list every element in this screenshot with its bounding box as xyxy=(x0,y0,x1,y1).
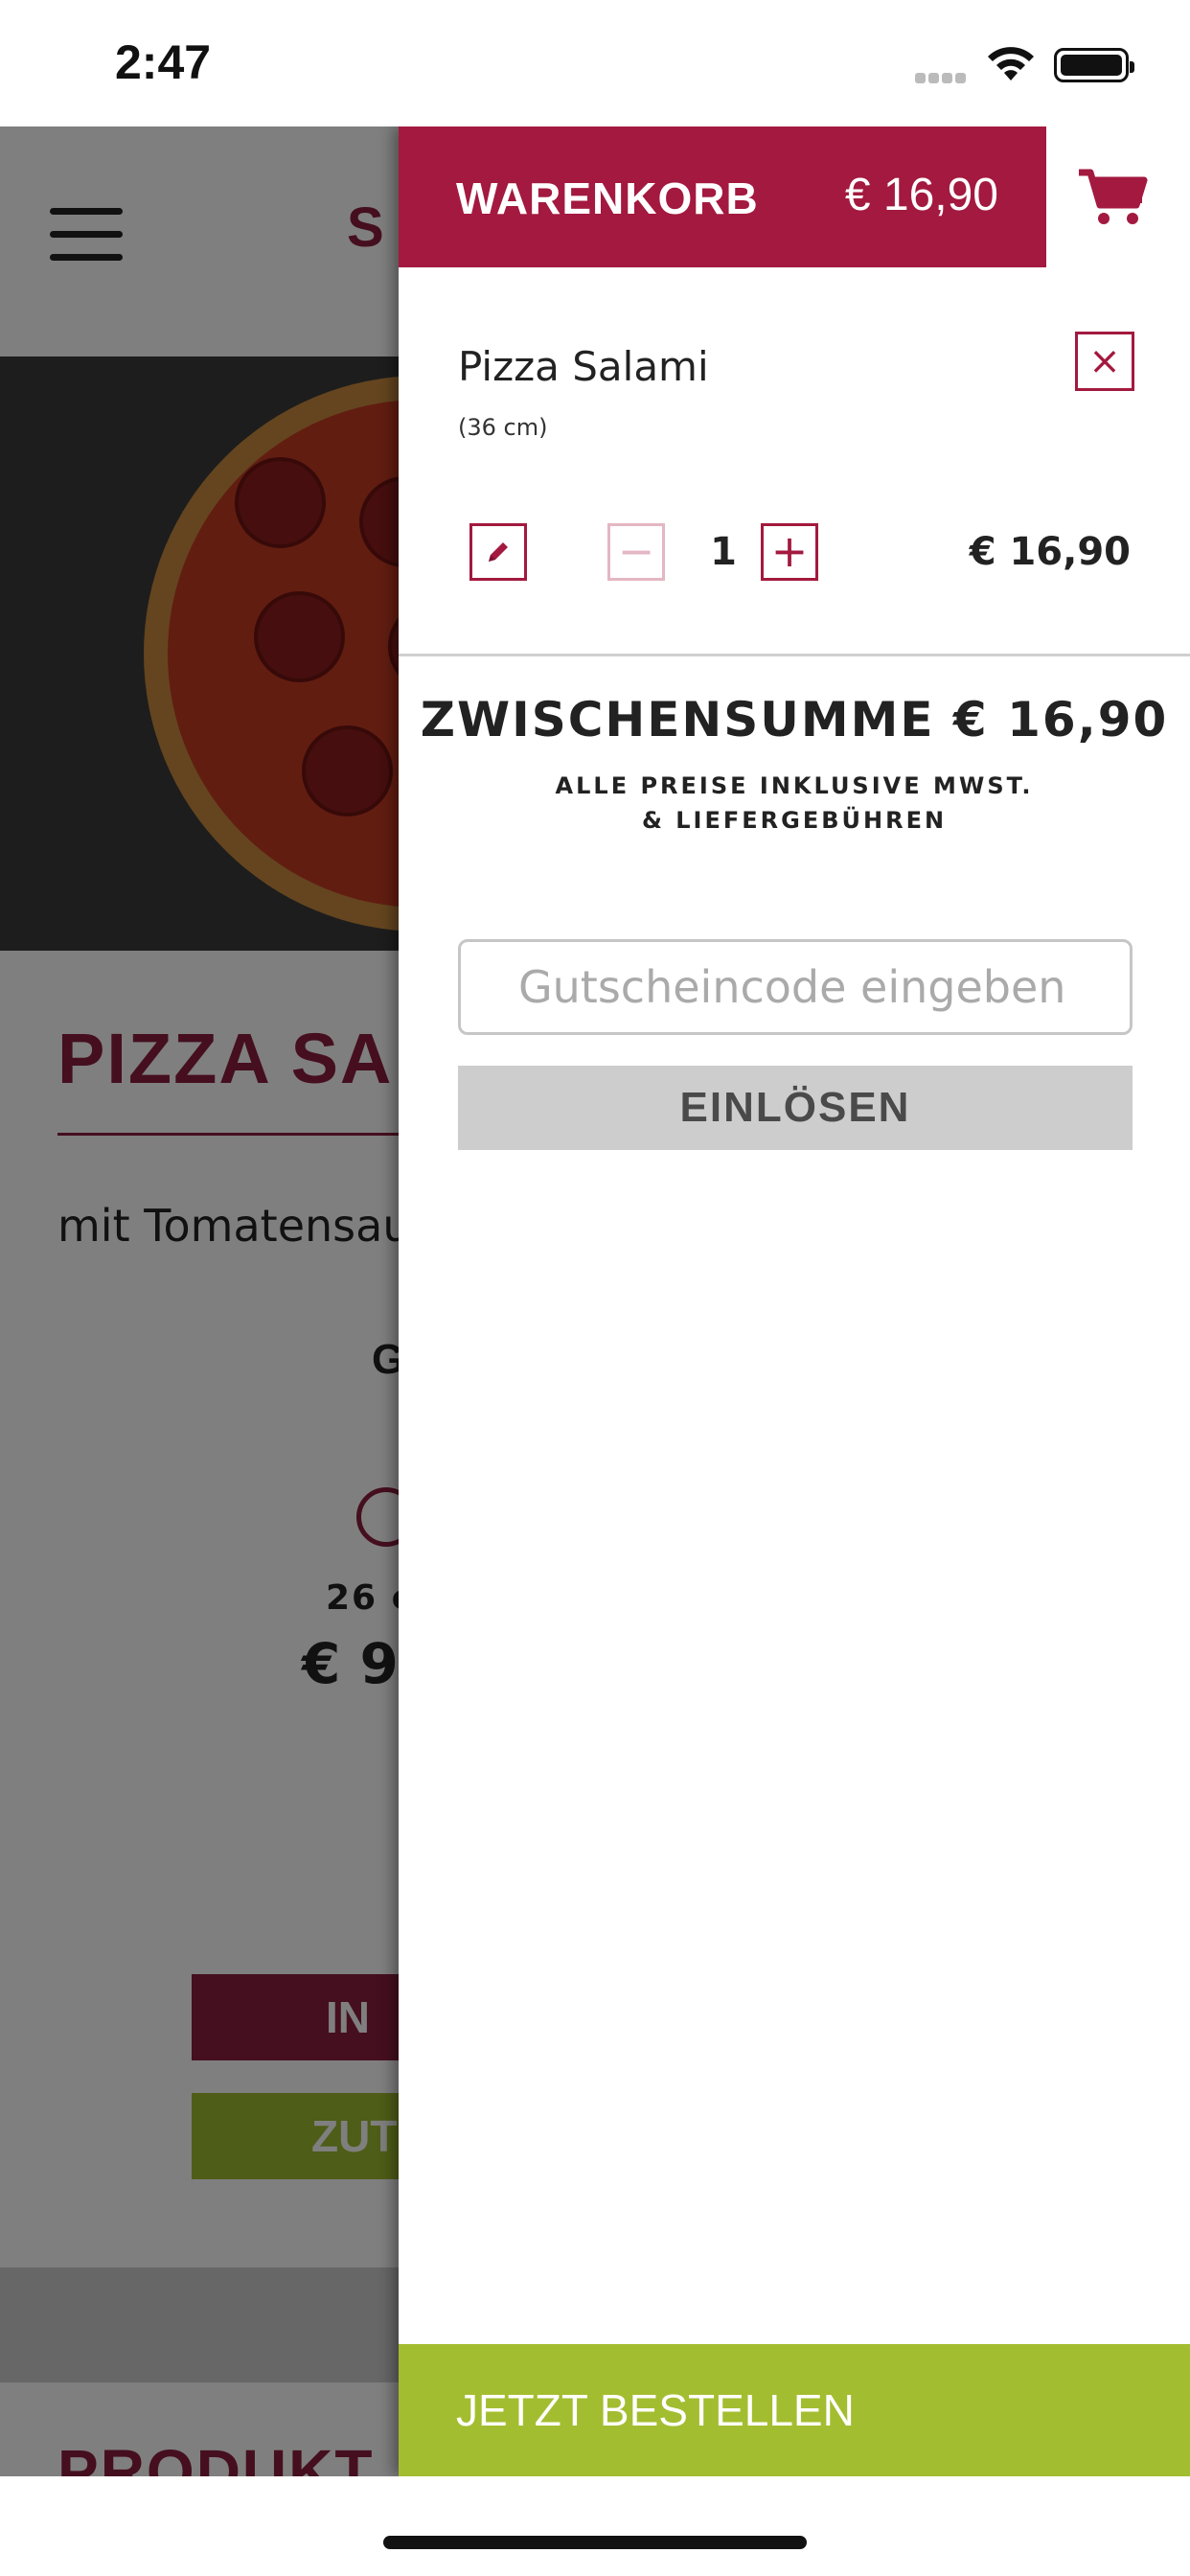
remove-item-button[interactable]: × xyxy=(1075,332,1134,391)
increase-quantity-button[interactable]: + xyxy=(761,523,818,581)
status-bar: 2:47 xyxy=(0,0,1190,126)
redeem-voucher-button[interactable]: EINLÖSEN xyxy=(458,1066,1133,1150)
home-indicator-area xyxy=(0,2476,1190,2576)
shopping-cart-icon[interactable] xyxy=(1077,167,1148,228)
wifi-icon xyxy=(988,47,1034,80)
cart-divider xyxy=(399,654,1190,656)
decrease-quantity-button[interactable]: − xyxy=(607,523,665,581)
home-indicator[interactable] xyxy=(383,2536,807,2549)
cart-title: WARENKORB xyxy=(456,173,759,223)
cart-item-size: (36 cm) xyxy=(458,414,548,441)
voucher-code-input[interactable] xyxy=(458,939,1133,1035)
vat-note: ALLE PREISE INKLUSIVE MWST. & LIEFERGEBÜ… xyxy=(555,772,1034,834)
subtotal: ZWISCHENSUMME € 16,90 xyxy=(420,692,1169,748)
pencil-icon xyxy=(489,542,508,562)
cart-header: WARENKORB € 16,90 xyxy=(399,126,1046,267)
cart-item-price: € 16,90 xyxy=(969,530,1131,574)
item-quantity: 1 xyxy=(710,530,737,574)
cellular-signal-icon xyxy=(915,69,971,83)
edit-item-button[interactable] xyxy=(469,523,527,581)
battery-icon xyxy=(1054,48,1134,82)
cart-total: € 16,90 xyxy=(844,170,998,220)
cart-item-name: Pizza Salami xyxy=(458,343,709,390)
status-time: 2:47 xyxy=(115,35,212,89)
order-now-button[interactable]: JETZT BESTELLEN xyxy=(399,2344,1190,2476)
cart-drawer: WARENKORB € 16,90 Pizza Salami (36 cm) ×… xyxy=(399,126,1190,2476)
